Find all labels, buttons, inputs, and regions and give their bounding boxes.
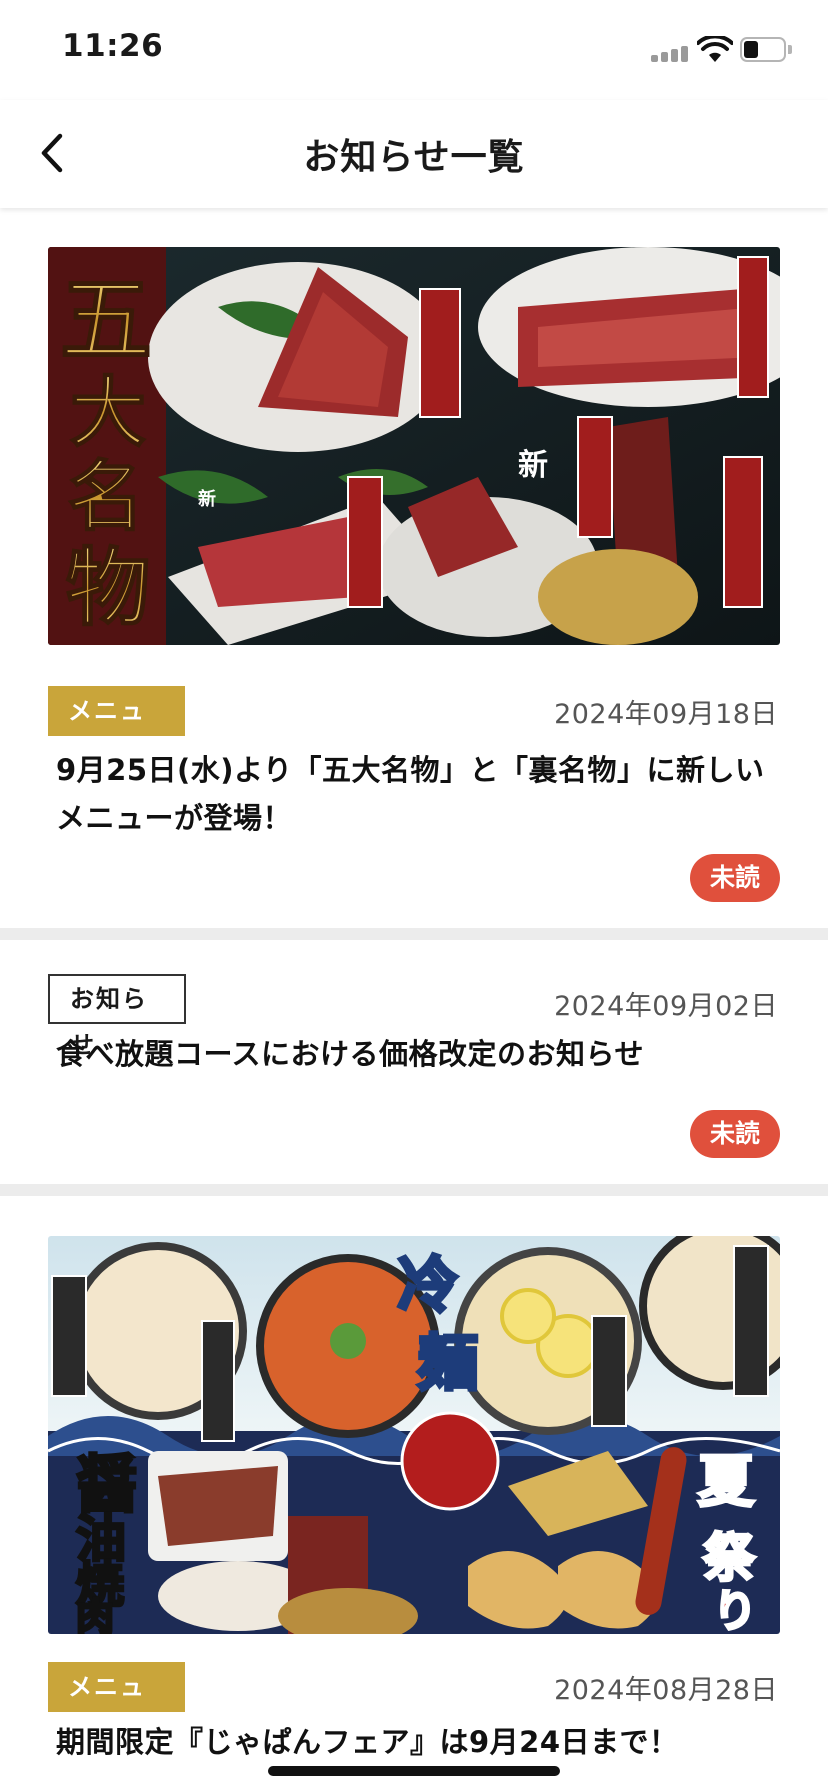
svg-text:祭: 祭 — [703, 1528, 756, 1589]
category-tag: お知らせ — [48, 974, 186, 1059]
svg-text:名: 名 — [68, 452, 144, 541]
svg-text:大: 大 — [70, 368, 146, 457]
svg-text:冷: 冷 — [398, 1251, 458, 1321]
status-time: 11:26 — [62, 28, 164, 64]
svg-text:新: 新 — [518, 448, 548, 483]
notice-title[interactable]: 期間限定『じゃぱんフェア』は9月24日まで！ — [56, 1718, 774, 1766]
cellular-signal-icon — [651, 44, 691, 62]
svg-text:肉: 肉 — [76, 1595, 114, 1634]
home-indicator[interactable] — [268, 1766, 560, 1776]
divider — [0, 928, 828, 940]
notice-banner-image[interactable]: 醤 油 焼 肉 冷 麺 夏 祭 り — [48, 1236, 780, 1634]
divider — [0, 1184, 828, 1196]
notice-list: 五 大 名 物 新 新 メニュー 2024年09月18日 9月25日(水)より「… — [0, 208, 828, 1792]
battery-icon — [740, 37, 792, 63]
notice-card[interactable]: お知らせ 2024年09月02日 食べ放題コースにおける価格改定のお知らせ 未読 — [0, 940, 828, 1184]
category-tag: メニュー — [48, 1662, 185, 1751]
meat-dishes-banner-image: 五 大 名 物 新 新 — [48, 247, 780, 645]
notice-banner-image[interactable]: 五 大 名 物 新 新 — [48, 247, 780, 645]
banner-title-char: 五 — [60, 266, 152, 374]
svg-text:物: 物 — [66, 538, 150, 637]
notice-card[interactable]: 醤 油 焼 肉 冷 麺 夏 祭 り メニュー 2024年08月28日 期間限定『… — [0, 1196, 828, 1792]
svg-text:新: 新 — [198, 488, 216, 510]
wifi-icon — [697, 36, 733, 62]
category-tag: メニュー — [48, 686, 185, 775]
status-bar: 11:26 — [0, 0, 828, 100]
nav-header: お知らせ一覧 — [0, 100, 828, 208]
cold-noodle-banner-image: 醤 油 焼 肉 冷 麺 夏 祭 り — [48, 1236, 780, 1634]
notice-title[interactable]: 9月25日(水)より「五大名物」と「裏名物」に新しいメニューが登場！ — [56, 746, 774, 842]
svg-text:り: り — [713, 1586, 757, 1634]
unread-badge: 未読 — [690, 854, 780, 902]
svg-text:麺: 麺 — [418, 1329, 478, 1399]
svg-text:夏: 夏 — [698, 1449, 755, 1515]
notice-card[interactable]: 五 大 名 物 新 新 メニュー 2024年09月18日 9月25日(水)より「… — [0, 208, 828, 928]
notice-title[interactable]: 食べ放題コースにおける価格改定のお知らせ — [56, 1030, 774, 1078]
notice-date: 2024年09月18日 — [554, 699, 778, 730]
notice-date: 2024年09月02日 — [554, 991, 778, 1022]
notice-date: 2024年08月28日 — [554, 1675, 778, 1706]
page-title: お知らせ一覧 — [303, 137, 525, 178]
unread-badge: 未読 — [690, 1110, 780, 1158]
